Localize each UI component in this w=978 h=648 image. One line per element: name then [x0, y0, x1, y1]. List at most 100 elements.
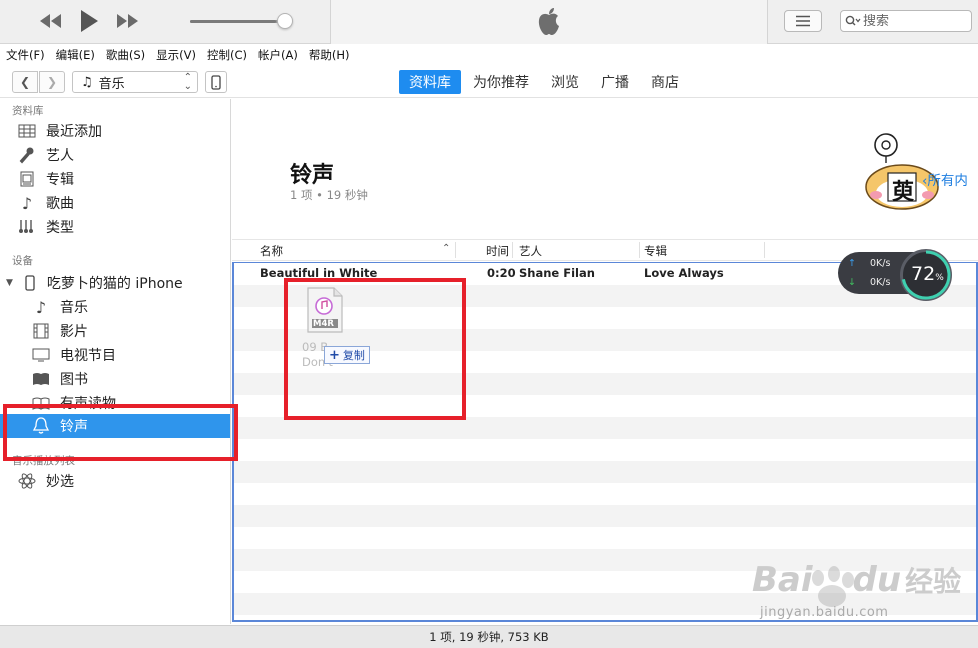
sticker-character: 萸: [892, 180, 915, 205]
upload-speed: 0K/s: [869, 258, 891, 269]
column-header-album[interactable]: 专辑: [644, 243, 667, 259]
watermark-url: jingyan.baidu.com: [760, 605, 889, 620]
sort-ascending-icon: ⌃: [442, 243, 451, 254]
sidebar-item-label: 专辑: [46, 172, 74, 188]
music-note-icon: ♪: [21, 193, 33, 213]
usage-percent-value: 72: [911, 263, 936, 285]
sidebar-device-music[interactable]: ♪ 音乐: [0, 295, 230, 319]
devices-section-title: 设备: [12, 255, 33, 267]
play-button[interactable]: [74, 6, 104, 36]
sidebar-device-movies[interactable]: 影片: [0, 319, 230, 343]
memory-usage-gauge: 72%: [900, 249, 952, 301]
column-header-artist[interactable]: 艺人: [519, 243, 542, 259]
menu-file[interactable]: 文件(F): [6, 47, 45, 63]
sidebar-item-songs[interactable]: ♪ 歌曲: [0, 191, 230, 215]
volume-knob[interactable]: [277, 13, 293, 29]
table-row: [234, 439, 976, 461]
all-content-link[interactable]: ‹所有内: [922, 169, 968, 189]
upload-arrow-icon: ↑: [848, 258, 856, 269]
back-button[interactable]: ❮: [12, 71, 38, 93]
library-section-title: 资料库: [12, 105, 44, 117]
updown-chevron-icon: ⌃ ⌄: [183, 72, 192, 92]
volume-slider[interactable]: [190, 20, 286, 23]
tab-library[interactable]: 资料库: [399, 70, 461, 94]
album-icon: [16, 169, 38, 189]
all-content-link-label: 所有内: [927, 173, 968, 189]
genre-icon: [16, 217, 38, 237]
rewind-button[interactable]: [36, 6, 66, 36]
up-next-button[interactable]: [784, 10, 822, 32]
iphone-icon: [211, 74, 221, 90]
status-display: [330, 0, 768, 44]
menu-bar: 文件(F) 编辑(E) 歌曲(S) 显示(V) 控制(C) 帐户(A) 帮助(H…: [0, 45, 978, 65]
status-bar: 1 项, 19 秒钟, 753 KB: [0, 625, 978, 648]
sidebar-item-label: 艺人: [46, 148, 74, 164]
sidebar-item-recently-added[interactable]: 最近添加: [0, 119, 230, 143]
track-time: 0:20: [487, 266, 516, 280]
music-note-icon: ♫: [81, 74, 93, 90]
disclosure-triangle-icon: ▼: [6, 278, 13, 288]
media-type-label: 音乐: [98, 76, 125, 92]
grid-icon: [16, 121, 38, 141]
menu-help[interactable]: 帮助(H): [309, 47, 350, 63]
book-icon: [30, 369, 52, 389]
fast-forward-button[interactable]: [112, 6, 142, 36]
tab-store[interactable]: 商店: [641, 70, 689, 94]
device-button[interactable]: [205, 71, 227, 93]
sidebar: 资料库 最近添加 艺人 专辑 ♪ 歌曲 类型 设备 ▼ 吃萝卜的猫的 iPhon…: [0, 99, 231, 624]
sidebar-item-albums[interactable]: 专辑: [0, 167, 230, 191]
menu-edit[interactable]: 编辑(E): [56, 47, 95, 63]
column-divider: [639, 242, 640, 258]
table-row: [234, 483, 976, 505]
sidebar-device-tv-shows[interactable]: 电视节目: [0, 343, 230, 367]
table-row: [234, 505, 976, 527]
menu-controls[interactable]: 控制(C): [207, 47, 247, 63]
track-album: Love Always: [644, 266, 724, 280]
device-name: 吃萝卜的猫的 iPhone: [46, 276, 183, 292]
annotation-box-tones: [3, 404, 238, 461]
sidebar-item-label: 妙选: [46, 474, 74, 490]
status-text: 1 项, 19 秒钟, 753 KB: [429, 630, 549, 644]
play-icon: [81, 10, 98, 32]
table-row: [234, 417, 976, 439]
chevron-left-icon: ❮: [19, 75, 31, 89]
navigation-bar: ❮ ❯ ♫ 音乐 ⌃ ⌄ 资料库 为你推荐 浏览 广播 商店: [0, 66, 978, 98]
sidebar-item-genius[interactable]: 妙选: [0, 469, 230, 493]
search-box[interactable]: [840, 10, 972, 32]
tab-for-you[interactable]: 为你推荐: [463, 70, 539, 94]
page-title: 铃声: [290, 163, 335, 188]
column-divider: [764, 242, 765, 258]
menu-account[interactable]: 帐户(A): [258, 47, 298, 63]
sidebar-item-genres[interactable]: 类型: [0, 215, 230, 239]
menu-view[interactable]: 显示(V): [156, 47, 196, 63]
tab-radio[interactable]: 广播: [591, 70, 639, 94]
tv-icon: [30, 345, 52, 365]
watermark-brand: Bai du 经验: [752, 560, 961, 600]
track-artist: Shane Filan: [519, 266, 595, 280]
sidebar-device-books[interactable]: 图书: [0, 367, 230, 391]
watermark-brand-a: Bai: [752, 560, 813, 600]
sidebar-item-artists[interactable]: 艺人: [0, 143, 230, 167]
tab-browse[interactable]: 浏览: [541, 70, 589, 94]
column-divider: [455, 242, 456, 258]
search-icon: [845, 15, 861, 25]
media-type-select[interactable]: ♫ 音乐 ⌃ ⌄: [72, 71, 198, 93]
column-header-time[interactable]: 时间: [486, 243, 509, 259]
sidebar-item-label: 图书: [60, 372, 88, 388]
search-input[interactable]: [863, 13, 959, 29]
iphone-icon: [19, 273, 41, 293]
rewind-icon: [40, 14, 61, 28]
player-toolbar: [0, 0, 978, 44]
watermark-brand-cn: 经验: [905, 565, 962, 598]
watermark-brand-b: du: [852, 560, 902, 600]
sidebar-device-iphone[interactable]: ▼ 吃萝卜的猫的 iPhone: [0, 271, 230, 295]
volume-fill: [190, 20, 277, 23]
usage-percent-unit: %: [935, 273, 944, 283]
column-divider: [512, 242, 513, 258]
network-speed-widget[interactable]: ↑ 0K/s ↓ 0K/s 72%: [838, 249, 958, 301]
column-header-name[interactable]: 名称: [260, 243, 283, 259]
table-row: [234, 461, 976, 483]
menu-song[interactable]: 歌曲(S): [106, 47, 145, 63]
forward-button[interactable]: ❯: [39, 71, 65, 93]
list-icon: [796, 15, 810, 27]
